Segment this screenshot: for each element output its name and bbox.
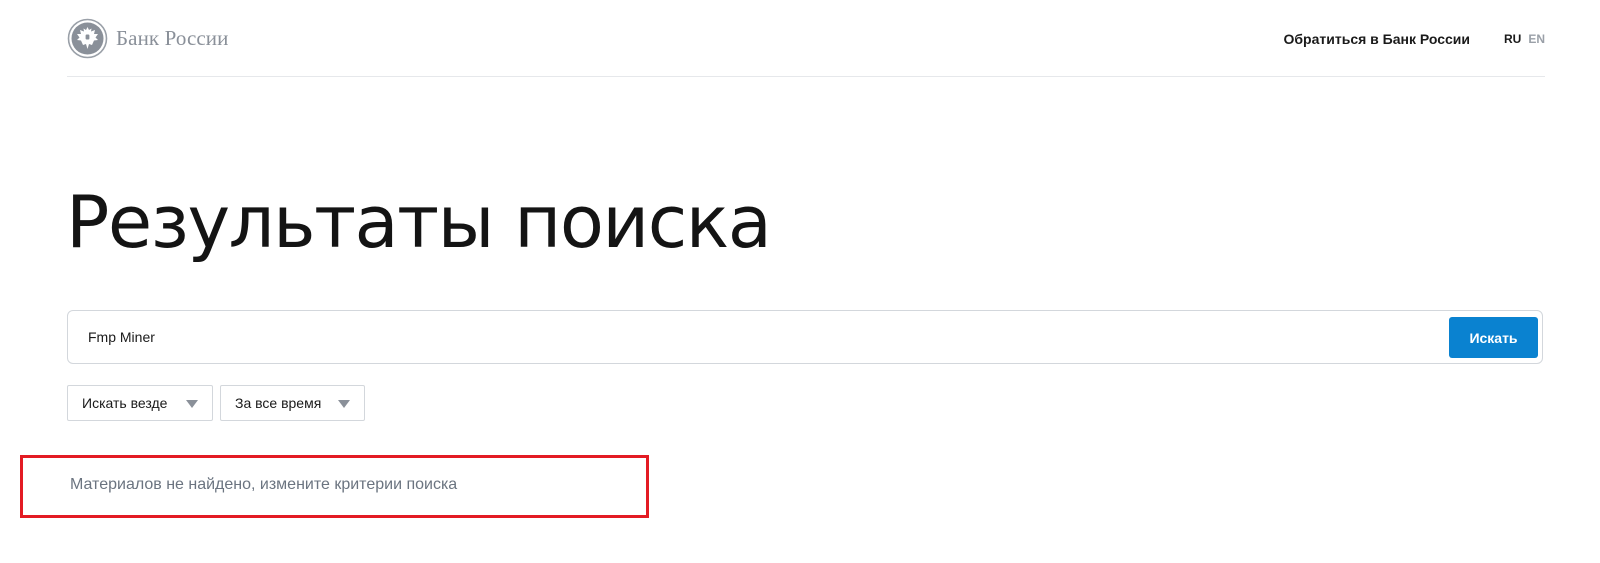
- double-eagle-emblem-icon: [67, 18, 108, 59]
- caret-down-icon: [338, 400, 350, 408]
- language-switcher: RU EN: [1504, 32, 1545, 46]
- bank-logo[interactable]: Банк России: [67, 18, 228, 59]
- time-range-select[interactable]: За все время: [220, 385, 365, 421]
- lang-en[interactable]: EN: [1528, 32, 1545, 46]
- caret-down-icon: [186, 400, 198, 408]
- page-title: Результаты поиска: [66, 180, 772, 264]
- search-scope-select[interactable]: Искать везде: [67, 385, 213, 421]
- logo-text: Банк России: [116, 26, 229, 50]
- no-results-message: Материалов не найдено, измените критерии…: [70, 476, 458, 493]
- search-input[interactable]: [88, 319, 1428, 355]
- search-button[interactable]: Искать: [1449, 317, 1538, 358]
- no-results-highlight: Материалов не найдено, измените критерии…: [20, 455, 649, 518]
- search-scope-value: Искать везде: [82, 395, 168, 411]
- search-bar: Искать: [67, 310, 1543, 364]
- lang-ru[interactable]: RU: [1504, 32, 1521, 46]
- contact-bank-link[interactable]: Обратиться в Банк России: [1284, 31, 1470, 47]
- time-range-value: За все время: [235, 395, 322, 411]
- site-header: Банк России Обратиться в Банк России RU …: [67, 0, 1545, 77]
